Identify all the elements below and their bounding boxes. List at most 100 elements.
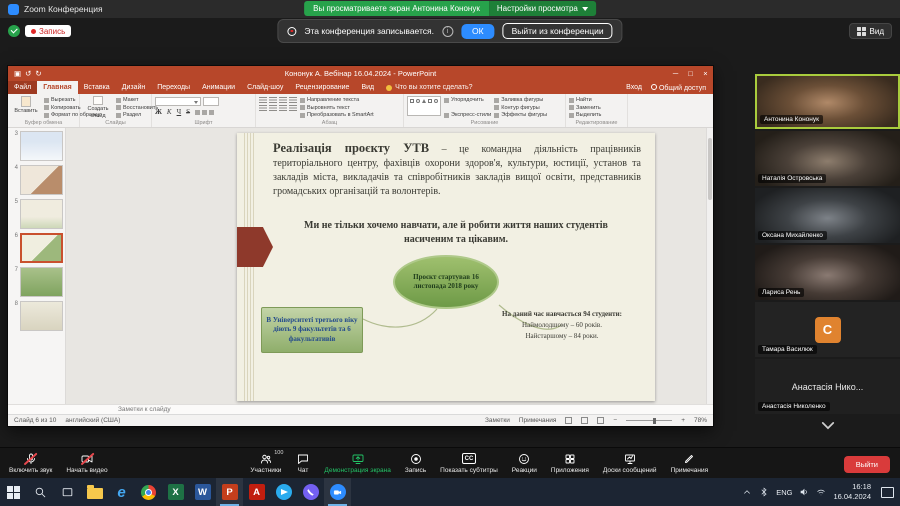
slide-thumbnail-selected[interactable]: 6	[10, 233, 63, 263]
font-size-select[interactable]	[203, 97, 219, 106]
comments-toggle[interactable]: Примечания	[519, 417, 557, 424]
zoom-out-button[interactable]: −	[613, 417, 617, 424]
replace-button[interactable]: Заменить	[569, 105, 601, 111]
bluetooth-icon[interactable]	[759, 487, 769, 497]
slide-sorter-view-icon[interactable]	[581, 417, 588, 424]
close-button[interactable]: ×	[698, 66, 713, 81]
arrange-button[interactable]: Упорядочить	[444, 97, 491, 103]
quick-styles-button[interactable]: Экспресс-стили	[444, 112, 491, 118]
tab-insert[interactable]: Вставка	[78, 81, 116, 94]
excel-button[interactable]: X	[162, 478, 189, 506]
telegram-button[interactable]	[270, 478, 297, 506]
word-button[interactable]: W	[189, 478, 216, 506]
zoom-slider-handle[interactable]	[653, 418, 656, 424]
sign-in-button[interactable]: Вход	[626, 84, 642, 91]
numbering-icon[interactable]	[269, 97, 277, 103]
slide-thumbnail[interactable]: 7	[10, 267, 63, 297]
tab-design[interactable]: Дизайн	[116, 81, 152, 94]
mute-button[interactable]: Включить звук	[2, 451, 59, 475]
redo-icon[interactable]: ↻	[35, 69, 41, 78]
font-color-icon[interactable]	[209, 110, 214, 115]
zoom-taskbar-button[interactable]	[324, 478, 351, 506]
viber-button[interactable]	[297, 478, 324, 506]
participant-tile[interactable]: C Тамара Василюк	[755, 302, 900, 357]
zoom-percentage[interactable]: 78%	[694, 417, 707, 424]
start-button[interactable]	[0, 478, 27, 506]
chat-button[interactable]: Чат	[288, 451, 317, 475]
font-name-select[interactable]	[155, 97, 201, 106]
share-button[interactable]: Общий доступ	[651, 84, 706, 92]
notes-toggle[interactable]: Заметки	[485, 417, 510, 424]
view-button[interactable]: Вид	[849, 23, 892, 39]
minimize-button[interactable]: ─	[668, 66, 683, 81]
tab-animations[interactable]: Анимации	[196, 81, 241, 94]
participant-tile-active[interactable]: Антонина Кононук	[755, 74, 900, 129]
start-video-button[interactable]: Начать видео	[59, 451, 114, 475]
tab-slideshow[interactable]: Слайд-шоу	[241, 81, 289, 94]
bold-button[interactable]: Ж	[155, 108, 162, 116]
acrobat-button[interactable]: A	[243, 478, 270, 506]
align-text-button[interactable]: Выровнять текст	[300, 105, 374, 111]
tab-view[interactable]: Вид	[355, 81, 380, 94]
slide-thumbnail[interactable]: 4	[10, 165, 63, 195]
italic-button[interactable]: К	[167, 108, 172, 116]
slideshow-view-icon[interactable]	[597, 417, 604, 424]
task-view-button[interactable]	[54, 478, 81, 506]
slide-thumbnail-panel[interactable]: 3 4 5 6 7 8	[8, 128, 66, 404]
record-button[interactable]: Запись	[398, 451, 433, 475]
save-icon[interactable]: ▣	[14, 69, 21, 78]
strikethrough-button[interactable]: S	[186, 108, 190, 116]
hidden-icons-chevron[interactable]	[742, 487, 752, 497]
select-button[interactable]: Выделить	[569, 112, 601, 118]
shape-effects-button[interactable]: Эффекты фигуры	[494, 112, 547, 118]
chrome-button[interactable]	[135, 478, 162, 506]
line-spacing-icon[interactable]	[289, 97, 297, 103]
vertical-scrollbar[interactable]	[706, 128, 713, 404]
ok-button[interactable]: ОК	[461, 24, 495, 39]
smartart-button[interactable]: Преобразовать в SmartArt	[300, 112, 374, 118]
powerpoint-button[interactable]: P	[216, 478, 243, 506]
shape-fill-button[interactable]: Заливка фигуры	[494, 97, 547, 103]
language-indicator[interactable]: английский (США)	[65, 417, 120, 424]
slide-thumbnail[interactable]: 3	[10, 131, 63, 161]
maximize-button[interactable]: □	[683, 66, 698, 81]
participants-button[interactable]: 100 Участники	[243, 451, 288, 475]
taskbar-clock[interactable]: 16:18 16.04.2024	[833, 482, 871, 502]
shapes-gallery[interactable]	[407, 96, 441, 116]
bullets-icon[interactable]	[259, 97, 267, 103]
tab-home[interactable]: Главная	[37, 81, 77, 94]
tab-transitions[interactable]: Переходы	[151, 81, 196, 94]
file-explorer-button[interactable]	[81, 478, 108, 506]
participant-tile[interactable]: Оксана Михайленко	[755, 188, 900, 243]
normal-view-icon[interactable]	[565, 417, 572, 424]
participant-tile[interactable]: Лариса Рень	[755, 245, 900, 300]
align-left-icon[interactable]	[259, 105, 267, 111]
search-button[interactable]	[27, 478, 54, 506]
captions-button[interactable]: CC Показать субтитры	[433, 451, 505, 475]
notification-center-icon[interactable]	[881, 487, 894, 498]
share-screen-button[interactable]: Демонстрация экрана	[317, 451, 397, 475]
speaker-icon[interactable]	[799, 487, 809, 497]
apps-button[interactable]: Приложения	[544, 451, 596, 475]
scrollbar-thumb[interactable]	[708, 138, 712, 200]
align-center-icon[interactable]	[269, 105, 277, 111]
whiteboards-button[interactable]: Доски сообщений	[596, 451, 664, 475]
more-participants-chevron[interactable]	[755, 416, 900, 434]
leave-conference-button[interactable]: Выйти из конференции	[503, 23, 613, 39]
reactions-button[interactable]: Реакции	[505, 451, 544, 475]
view-settings-dropdown[interactable]: Настройки просмотра	[489, 1, 596, 16]
new-slide-button[interactable]: Создать слайд	[83, 96, 113, 119]
leave-button[interactable]: Выйти	[844, 456, 890, 473]
tab-file[interactable]: Файл	[8, 81, 37, 94]
slide-thumbnail[interactable]: 8	[10, 301, 63, 331]
language-indicator[interactable]: ENG	[776, 488, 792, 497]
slide-edit-area[interactable]: Реалізація проєкту УТВ – це командна дія…	[66, 128, 706, 404]
participant-tile[interactable]: Наталія Островська	[755, 131, 900, 186]
participant-tile[interactable]: Анастасія Нико... Анастасія Николенко	[755, 359, 900, 414]
character-spacing-icon[interactable]	[202, 110, 207, 115]
zoom-in-button[interactable]: +	[681, 417, 685, 424]
slide-canvas[interactable]: Реалізація проєкту УТВ – це командна дія…	[237, 133, 655, 401]
slide-thumbnail[interactable]: 5	[10, 199, 63, 229]
text-shadow-icon[interactable]	[195, 110, 200, 115]
tab-review[interactable]: Рецензирование	[289, 81, 355, 94]
